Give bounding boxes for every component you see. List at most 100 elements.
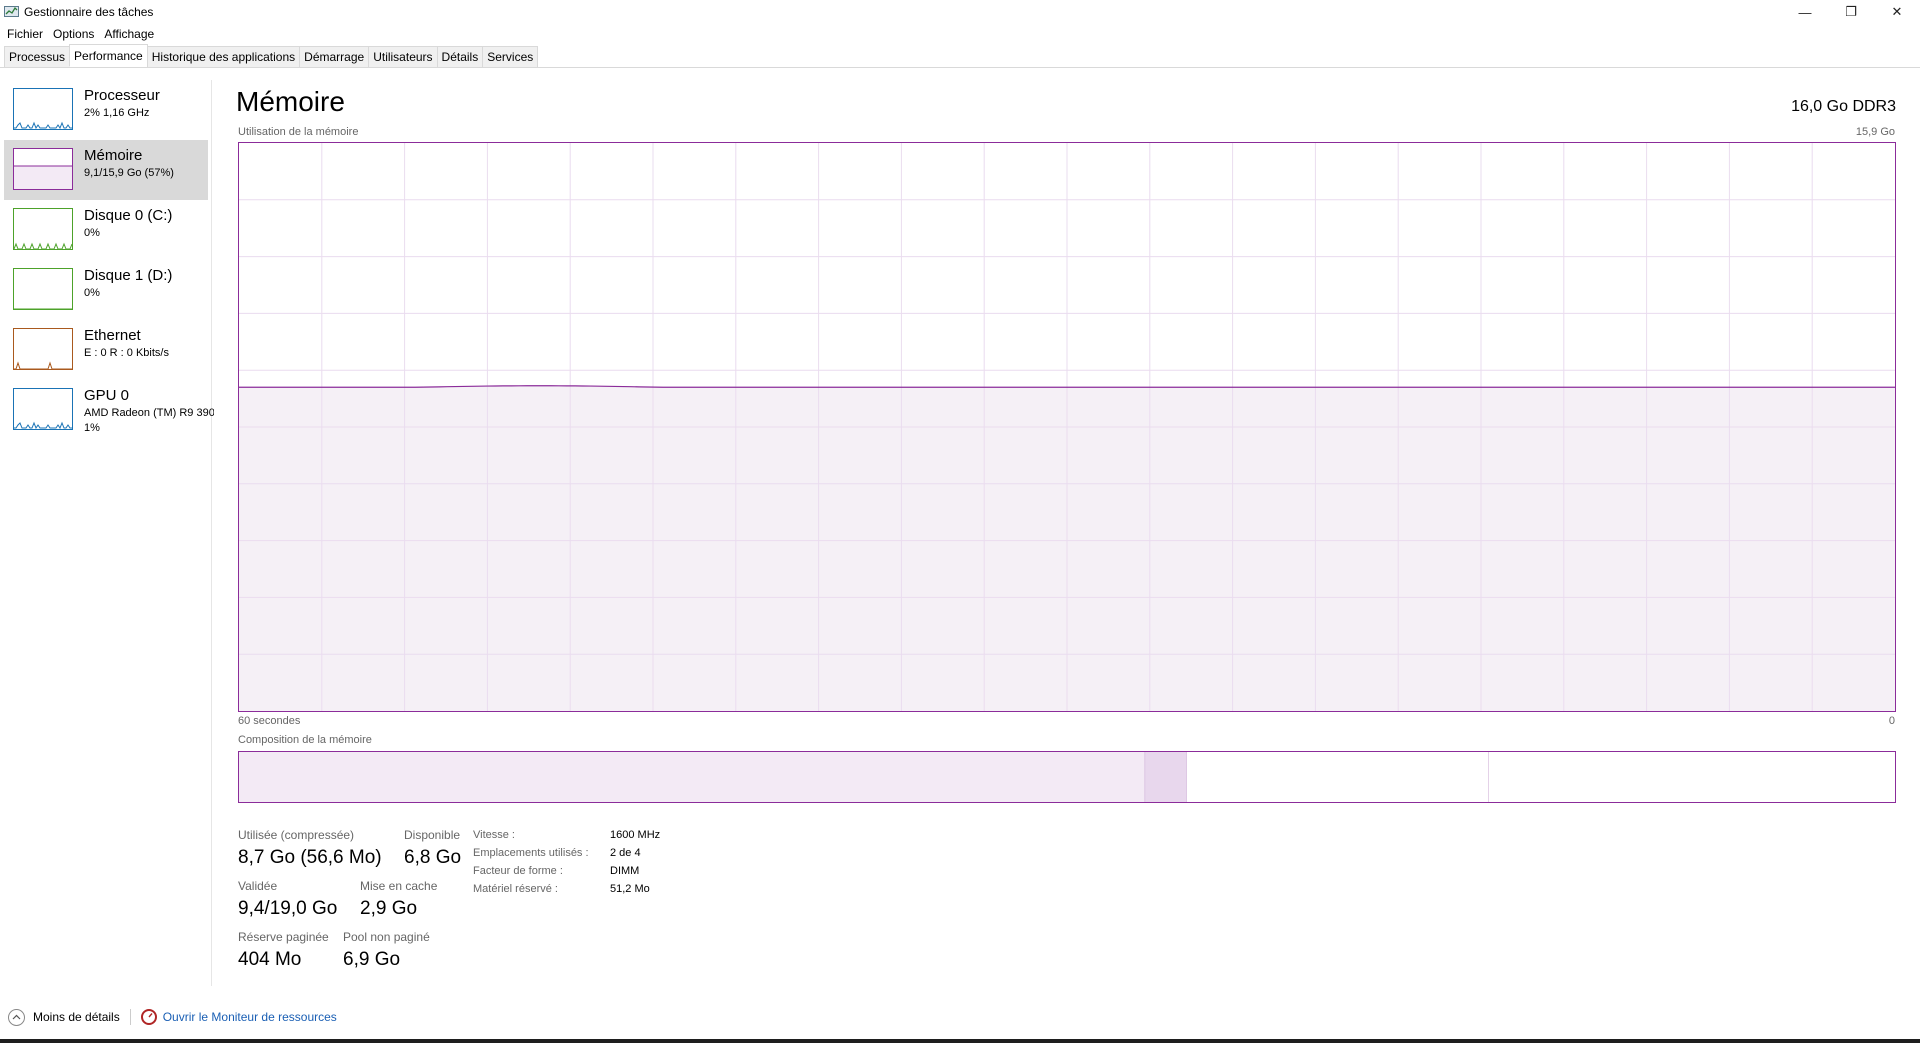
graph-time-start: 60 secondes bbox=[238, 715, 301, 727]
committed-value: 9,4/19,0 Go bbox=[238, 898, 338, 919]
resource-monitor-icon bbox=[140, 1009, 157, 1025]
chevron-up-icon bbox=[8, 1008, 25, 1026]
sidebar-item-name: Ethernet bbox=[84, 327, 141, 344]
slots-label: Emplacements utilisés : bbox=[473, 847, 589, 859]
usage-graph-max: 15,9 Go bbox=[1855, 126, 1895, 138]
speed-label: Vitesse : bbox=[473, 829, 515, 841]
sidebar-item-detail: 2% 1,16 GHz bbox=[84, 107, 150, 119]
sidebar-item-detail: 9,1/15,9 Go (57%) bbox=[84, 167, 174, 179]
sidebar-item-detail: E : 0 R : 0 Kbits/s bbox=[84, 347, 169, 359]
thumbnail-line bbox=[14, 421, 72, 430]
minimize-button[interactable]: — bbox=[1782, 0, 1828, 24]
composition-svg bbox=[239, 752, 1895, 802]
cpu-thumbnail-graph bbox=[13, 88, 73, 130]
disk1-thumbnail-graph bbox=[13, 268, 73, 310]
composition-in-use bbox=[239, 752, 1146, 802]
resource-monitor-label: Ouvrir le Moniteur de ressources bbox=[162, 1010, 337, 1024]
footer-separator bbox=[129, 1009, 131, 1025]
memory-spec: 16,0 Go DDR3 bbox=[1791, 98, 1896, 115]
used-label: Utilisée (compressée) bbox=[238, 828, 355, 842]
sidebar-item-detail: 0% bbox=[84, 227, 100, 239]
sidebar-item-name: GPU 0 bbox=[84, 387, 130, 404]
sidebar-item-name: Disque 1 (D:) bbox=[84, 267, 173, 284]
sidebar-item-disque-0[interactable]: Disque 0 (C:) 0% bbox=[4, 200, 208, 260]
sidebar-item-detail: AMD Radeon (TM) R9 390 bbox=[84, 407, 214, 419]
composition-free bbox=[1488, 752, 1895, 802]
thumbnail-line bbox=[13, 242, 73, 250]
sidebar-item-disque-1[interactable]: Disque 1 (D:) 0% bbox=[4, 260, 208, 320]
usage-graph-label: Utilisation de la mémoire bbox=[238, 126, 359, 138]
speed-value: 1600 MHz bbox=[610, 829, 661, 841]
slots-value: 2 de 4 bbox=[610, 847, 641, 859]
open-resource-monitor-link[interactable]: Ouvrir le Moniteur de ressources bbox=[140, 1009, 337, 1025]
thumbnail-svg bbox=[14, 308, 72, 310]
composition-label: Composition de la mémoire bbox=[238, 734, 372, 746]
thumbnail-svg bbox=[13, 242, 73, 250]
memory-usage-svg bbox=[239, 143, 1895, 711]
ethernet-thumbnail-graph bbox=[13, 328, 73, 370]
sidebar-item-name: Disque 0 (C:) bbox=[84, 207, 173, 224]
menu-fichier[interactable]: Fichier bbox=[2, 27, 48, 41]
menu-bar: Fichier Options Affichage bbox=[0, 24, 159, 44]
cached-label: Mise en cache bbox=[360, 879, 438, 893]
sidebar-item-processeur[interactable]: Processeur 2% 1,16 GHz bbox=[4, 80, 208, 140]
tab-performance[interactable]: Performance bbox=[69, 44, 148, 67]
tab-historique[interactable]: Historique des applications bbox=[146, 46, 301, 67]
cached-value: 2,9 Go bbox=[360, 898, 418, 919]
thumbnail-svg bbox=[14, 165, 72, 189]
tab-services[interactable]: Services bbox=[482, 46, 539, 67]
tab-processus[interactable]: Processus bbox=[4, 46, 71, 67]
form-factor-label: Facteur de forme : bbox=[473, 865, 563, 877]
less-details-button[interactable]: Moins de détails bbox=[8, 1008, 120, 1026]
resource-sidebar: Processeur 2% 1,16 GHz Mémoire 9,1/15,9 … bbox=[0, 80, 214, 986]
sidebar-item-gpu-0[interactable]: GPU 0 AMD Radeon (TM) R9 390 1% bbox=[4, 380, 214, 440]
thumbnail-svg bbox=[14, 121, 72, 130]
disk0-thumbnail-graph bbox=[13, 208, 73, 250]
sidebar-item-detail-2: 1% bbox=[84, 422, 100, 434]
sidebar-item-memoire[interactable]: Mémoire 9,1/15,9 Go (57%) bbox=[4, 140, 208, 200]
reserved-value: 51,2 Mo bbox=[610, 883, 650, 895]
reserved-label: Matériel réservé : bbox=[473, 883, 558, 895]
composition-standby bbox=[1186, 752, 1489, 802]
window-controls: — ❐ ✕ bbox=[1782, 0, 1920, 24]
thumbnail-svg bbox=[14, 361, 72, 370]
menu-affichage[interactable]: Affichage bbox=[99, 27, 159, 41]
graph-time-end: 0 bbox=[1888, 715, 1895, 727]
sidebar-item-name: Processeur bbox=[84, 87, 160, 104]
used-value: 8,7 Go (56,6 Mo) bbox=[238, 847, 382, 868]
paged-pool-label: Réserve paginée bbox=[238, 930, 329, 944]
title-bar: Gestionnaire des tâches — ❐ ✕ bbox=[0, 0, 1920, 24]
composition-modified bbox=[1145, 752, 1187, 802]
memory-usage-graph bbox=[238, 142, 1896, 712]
sidebar-item-name: Mémoire bbox=[84, 147, 143, 164]
tab-utilisateurs[interactable]: Utilisateurs bbox=[368, 46, 438, 67]
gpu-thumbnail-graph bbox=[13, 388, 73, 430]
less-details-label: Moins de détails bbox=[33, 1010, 120, 1024]
nonpaged-pool-label: Pool non paginé bbox=[343, 930, 430, 944]
thumbnail-line bbox=[14, 121, 72, 130]
window-title: Gestionnaire des tâches bbox=[24, 5, 154, 19]
thumbnail-fill bbox=[14, 166, 72, 189]
form-factor-value: DIMM bbox=[610, 865, 640, 877]
tab-details[interactable]: Détails bbox=[436, 46, 484, 67]
nonpaged-pool-value: 6,9 Go bbox=[343, 949, 401, 970]
paged-pool-value: 404 Mo bbox=[238, 949, 302, 970]
committed-label: Validée bbox=[238, 879, 278, 893]
tab-demarrage[interactable]: Démarrage bbox=[299, 46, 370, 67]
taskbar-edge bbox=[0, 1039, 1920, 1043]
memory-composition-bar bbox=[238, 751, 1896, 803]
task-manager-icon bbox=[4, 5, 20, 19]
page-title: Mémoire bbox=[236, 86, 345, 117]
thumbnail-line bbox=[14, 361, 72, 370]
restore-button[interactable]: ❐ bbox=[1828, 0, 1874, 24]
sidebar-item-ethernet[interactable]: Ethernet E : 0 R : 0 Kbits/s bbox=[4, 320, 208, 380]
memory-thumbnail-graph bbox=[13, 148, 73, 190]
sidebar-item-detail: 0% bbox=[84, 287, 100, 299]
thumbnail-svg bbox=[14, 421, 72, 430]
available-label: Disponible bbox=[404, 828, 461, 842]
footer-bar: Moins de détails Ouvrir le Moniteur de r… bbox=[0, 1003, 1920, 1031]
close-button[interactable]: ✕ bbox=[1874, 0, 1920, 24]
available-value: 6,8 Go bbox=[404, 847, 462, 868]
menu-options[interactable]: Options bbox=[48, 27, 99, 41]
tab-strip: Processus Performance Historique des app… bbox=[0, 44, 1920, 68]
